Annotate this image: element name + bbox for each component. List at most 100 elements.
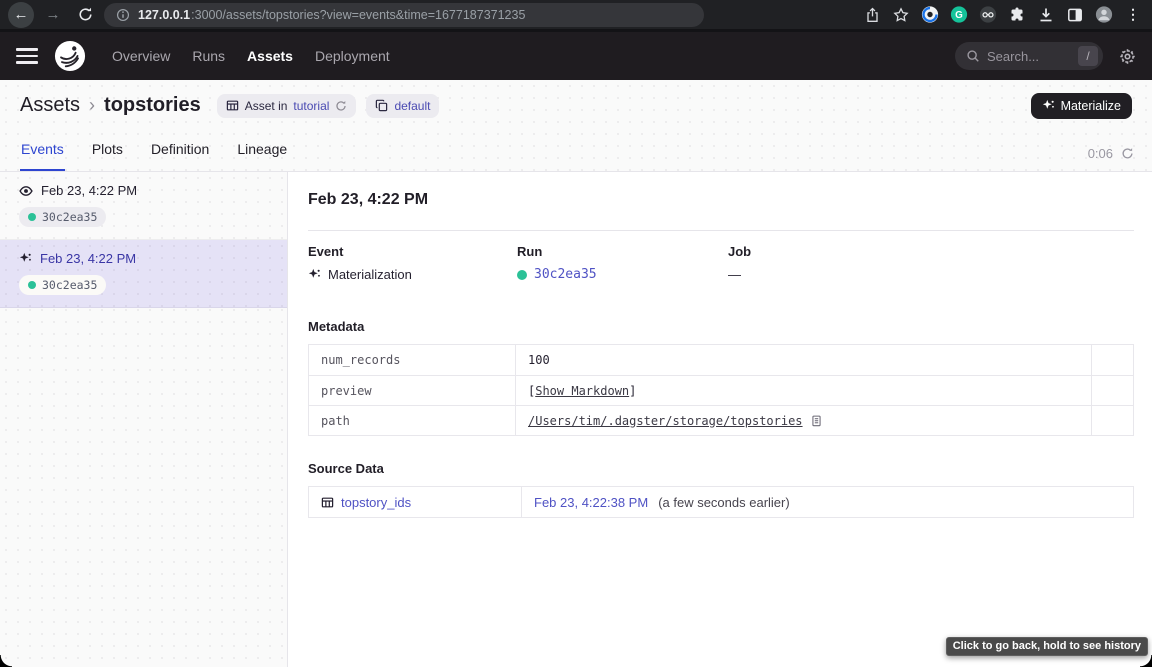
run-id-pill: 30c2ea35	[19, 207, 106, 227]
copy-clipboard-icon[interactable]	[810, 414, 823, 427]
forward-icon: →	[46, 6, 61, 23]
bracket: ]	[629, 384, 636, 398]
search-icon	[966, 49, 980, 63]
run-id-link[interactable]: 30c2ea35	[534, 267, 597, 282]
metadata-key: path	[309, 405, 515, 435]
source-timestamp-link[interactable]: Feb 23, 4:22:38 PM	[534, 495, 648, 510]
asset-group-label: default	[394, 99, 430, 113]
browser-back-button[interactable]: ←	[8, 2, 34, 28]
tab-events[interactable]: Events	[20, 141, 65, 171]
sparkle-materialization-icon	[19, 252, 32, 265]
nav-item-runs[interactable]: Runs	[192, 48, 225, 64]
metadata-actions-cell	[1091, 345, 1133, 375]
metadata-value: [ Show Markdown ]	[515, 375, 1091, 405]
run-id: 30c2ea35	[42, 278, 97, 292]
metadata-table: num_records 100 preview [ Show Markdown …	[308, 344, 1134, 436]
tab-plots[interactable]: Plots	[91, 141, 124, 171]
side-panel-icon[interactable]	[1066, 6, 1084, 24]
run-status-dot	[517, 270, 527, 280]
show-markdown-link[interactable]: Show Markdown	[535, 384, 629, 398]
sparkle-icon	[1042, 99, 1055, 112]
url-path: :3000/assets/topstories?view=events&time…	[191, 8, 525, 22]
event-list-item-observation[interactable]: Feb 23, 4:22 PM 30c2ea35	[0, 172, 287, 240]
tab-definition[interactable]: Definition	[150, 141, 210, 171]
breadcrumb-assets-link[interactable]: Assets	[20, 94, 80, 117]
grammarly-icon[interactable]: G	[950, 6, 968, 24]
job-value: —	[728, 267, 741, 282]
metadata-section-title: Metadata	[308, 319, 1134, 334]
window-corner	[1140, 655, 1152, 667]
source-data-table: topstory_ids Feb 23, 4:22:38 PM (a few s…	[308, 486, 1134, 518]
global-search[interactable]: /	[955, 42, 1103, 70]
event-type-value: Materialization	[328, 267, 412, 282]
extension-blocker-icon[interactable]	[921, 6, 939, 24]
asset-page-header: Assets › topstories Asset in tutorial de…	[0, 80, 1152, 172]
browser-toolbar: ← → 127.0.0.1 :3000/assets/topstories?vi…	[0, 0, 1152, 32]
browser-forward-button[interactable]: →	[40, 2, 66, 28]
metadata-value: /Users/tim/.dagster/storage/topstories	[515, 405, 1091, 435]
url-host: 127.0.0.1	[138, 8, 190, 22]
hamburger-menu-icon[interactable]	[16, 48, 38, 64]
breadcrumb-separator: ›	[89, 95, 95, 116]
event-column-label: Event	[308, 244, 517, 259]
job-column-label: Job	[728, 244, 1134, 259]
source-data-section-title: Source Data	[308, 461, 1134, 476]
asset-tabs: Events Plots Definition Lineage 0:06	[0, 131, 1152, 171]
search-shortcut-key: /	[1078, 46, 1098, 66]
materialize-label: Materialize	[1061, 99, 1121, 113]
site-info-icon[interactable]	[116, 8, 130, 22]
browser-address-bar[interactable]: 127.0.0.1 :3000/assets/topstories?view=e…	[104, 3, 704, 27]
window-corner	[0, 655, 12, 667]
refresh-icon[interactable]	[1121, 147, 1134, 160]
asset-group-badge[interactable]: default	[366, 94, 439, 118]
divider	[308, 230, 1134, 231]
dagster-logo[interactable]	[54, 40, 86, 72]
event-detail-title: Feb 23, 4:22 PM	[308, 191, 1134, 209]
source-timestamp-note: (a few seconds earlier)	[658, 495, 790, 510]
extensions-puzzle-icon[interactable]	[1008, 6, 1026, 24]
bracket: [	[528, 384, 535, 398]
metadata-actions-cell	[1091, 375, 1133, 405]
table-grid-icon	[321, 496, 334, 509]
sparkle-materialization-icon	[308, 268, 321, 281]
run-id: 30c2ea35	[42, 210, 97, 224]
search-input[interactable]	[987, 49, 1071, 64]
browser-back-tooltip: Click to go back, hold to see history	[946, 637, 1148, 656]
reload-icon	[78, 7, 93, 22]
asset-location-link[interactable]: tutorial	[293, 99, 329, 113]
event-timestamp: Feb 23, 4:22 PM	[40, 251, 136, 266]
materialize-button[interactable]: Materialize	[1031, 93, 1132, 119]
dagster-top-nav: Overview Runs Assets Deployment /	[0, 32, 1152, 80]
path-link[interactable]: /Users/tim/.dagster/storage/topstories	[528, 414, 803, 428]
browser-reload-button[interactable]	[72, 2, 98, 28]
source-asset-link[interactable]: topstory_ids	[341, 495, 411, 510]
share-icon[interactable]	[863, 6, 881, 24]
bookmark-star-icon[interactable]	[892, 6, 910, 24]
event-list-item-materialization[interactable]: Feb 23, 4:22 PM 30c2ea35	[0, 240, 287, 308]
metadata-key: preview	[309, 375, 515, 405]
main-nav: Overview Runs Assets Deployment	[112, 48, 390, 64]
run-column-label: Run	[517, 244, 728, 259]
reload-location-icon[interactable]	[335, 100, 347, 112]
eye-observation-icon	[19, 184, 33, 198]
event-summary-columns: Event Materialization Run 30c2ea35 Job —	[308, 244, 1134, 282]
nav-item-deployment[interactable]: Deployment	[315, 48, 390, 64]
browser-menu-icon[interactable]: ⋮	[1124, 6, 1142, 24]
svg-text:G: G	[955, 10, 963, 21]
refresh-countdown: 0:06	[1088, 146, 1113, 161]
profile-avatar[interactable]	[1095, 6, 1113, 24]
metadata-value: 100	[515, 345, 1091, 375]
browser-actions: G ⋮	[863, 6, 1144, 24]
asset-location-badge[interactable]: Asset in tutorial	[217, 94, 357, 118]
tab-lineage[interactable]: Lineage	[236, 141, 288, 171]
goggles-extension-icon[interactable]	[979, 6, 997, 24]
event-detail-panel: Feb 23, 4:22 PM Event Materialization Ru…	[288, 172, 1152, 667]
asset-name: topstories	[104, 94, 201, 117]
table-grid-icon	[226, 99, 239, 112]
settings-gear-icon[interactable]	[1119, 48, 1136, 65]
copy-layers-icon	[375, 99, 388, 112]
run-status-dot	[28, 213, 36, 221]
nav-item-assets[interactable]: Assets	[247, 48, 293, 64]
nav-item-overview[interactable]: Overview	[112, 48, 170, 64]
downloads-icon[interactable]	[1037, 6, 1055, 24]
